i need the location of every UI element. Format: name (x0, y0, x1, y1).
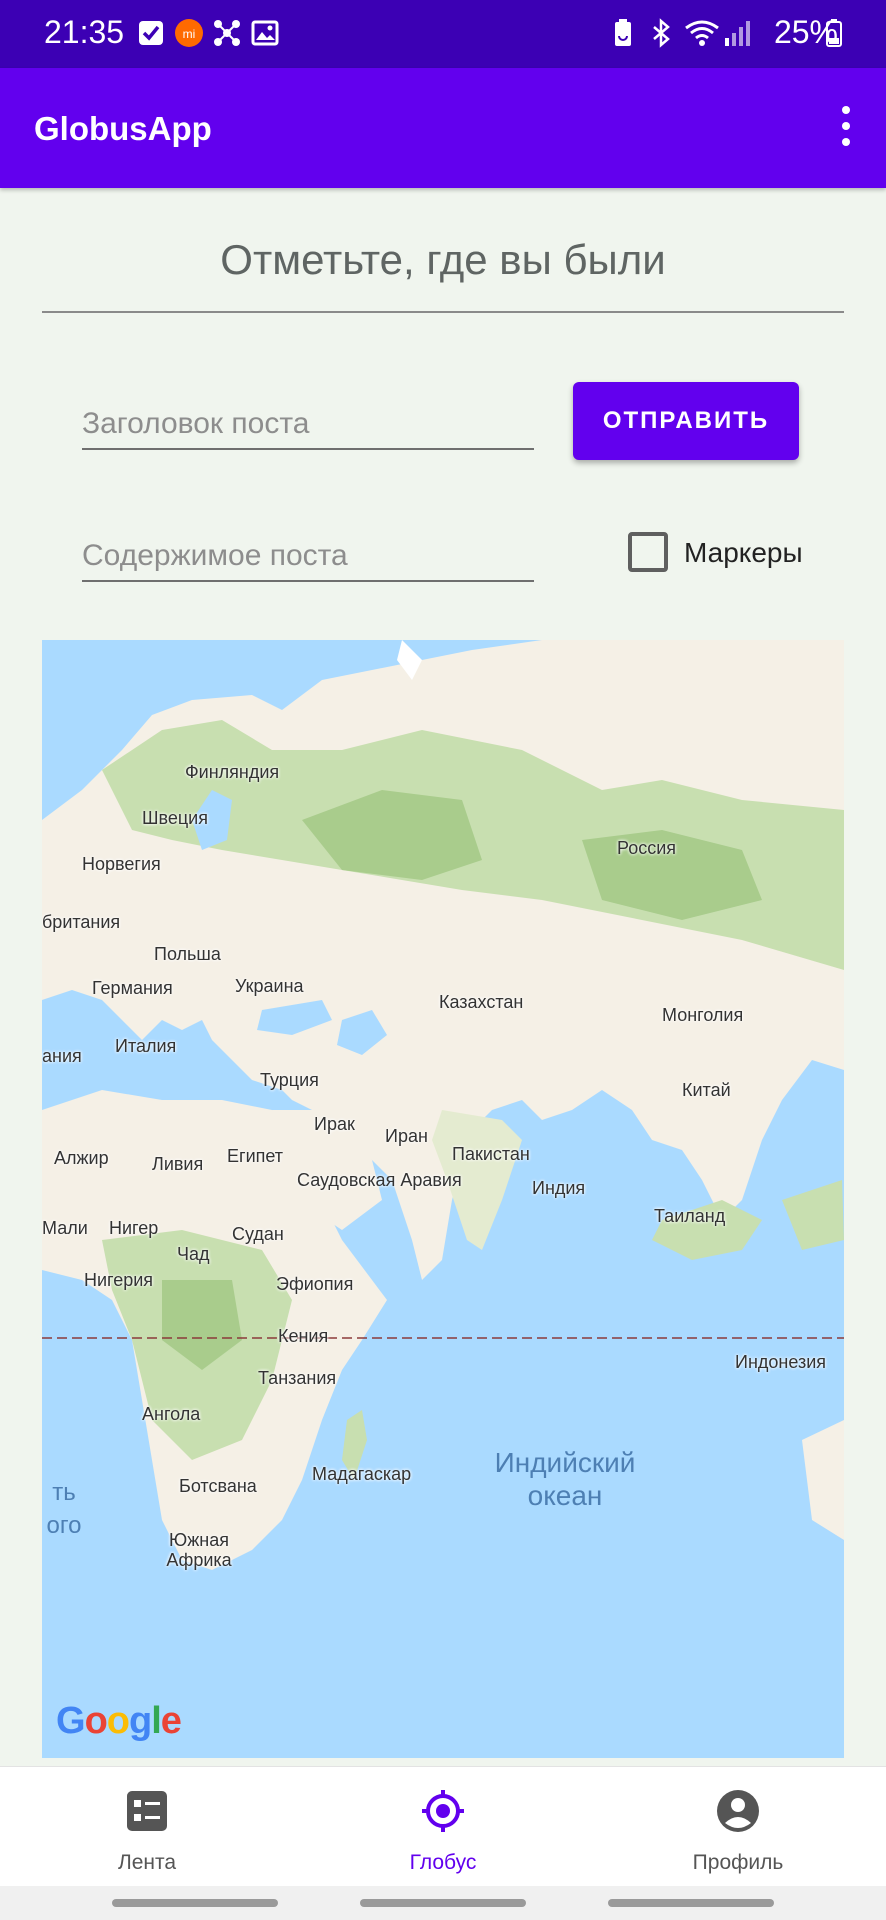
status-bar: 21:35 mi 25% (0, 0, 886, 68)
nav-item-profile[interactable]: Профиль (638, 1767, 838, 1887)
post-content-field[interactable] (82, 522, 534, 582)
profile-icon (717, 1790, 759, 1832)
map-label-madagascar: Мадагаскар (312, 1464, 412, 1484)
app-bar: GlobusApp (0, 68, 886, 188)
network-icon (214, 20, 240, 46)
signal-icon (725, 21, 750, 46)
map-label-russia: Россия (617, 838, 677, 858)
map-label-chad: Чад (177, 1244, 210, 1264)
map-label-germany: Германия (92, 978, 173, 998)
map-label-mali: Мали (42, 1218, 88, 1238)
nav-label-profile: Профиль (692, 1851, 784, 1874)
map-label-botswana: Ботсвана (179, 1476, 257, 1496)
nav-item-globe[interactable]: Глобус (343, 1767, 543, 1887)
map-label-iraq: Ирак (314, 1114, 355, 1134)
post-title-field[interactable] (82, 390, 534, 450)
battery-saver-icon (615, 19, 631, 46)
map-label-tanzania: Танзания (258, 1368, 337, 1388)
map-label-niger: Нигер (109, 1218, 159, 1238)
page-heading: Отметьте, где вы были (220, 236, 666, 283)
map-label-spain: ания (42, 1046, 82, 1066)
status-time: 21:35 (44, 14, 125, 50)
map-label-sweden: Швеция (142, 808, 208, 828)
mi-icon: mi (175, 19, 203, 47)
map-label-mongolia: Монголия (662, 1005, 744, 1025)
feed-icon (127, 1791, 167, 1831)
svg-text:mi: mi (183, 27, 196, 41)
globe-target-icon (422, 1790, 464, 1832)
map-label-poland: Польша (154, 944, 221, 964)
map-label-iran: Иран (385, 1126, 428, 1146)
map-label-turkey: Турция (260, 1070, 319, 1090)
map-label-britain: британия (42, 912, 121, 932)
image-icon (251, 20, 279, 46)
map-label-nigeria: Нигерия (84, 1270, 154, 1290)
gesture-handle-right[interactable] (608, 1899, 774, 1907)
google-logo: Google (56, 1700, 182, 1742)
map-label-indonesia: Индонезия (735, 1352, 827, 1372)
system-gesture-bar (0, 1886, 886, 1920)
map-label-atlantic: ть ого (46, 1479, 82, 1539)
map-label-angola: Ангола (142, 1404, 201, 1424)
map-label-china: Китай (682, 1080, 731, 1100)
map-label-pakistan: Пакистан (452, 1144, 530, 1164)
map-label-sudan: Судан (232, 1224, 284, 1244)
map-label-egypt: Египет (227, 1146, 284, 1166)
gesture-handle-left[interactable] (112, 1899, 278, 1907)
send-button[interactable]: ОТПРАВИТЬ (573, 382, 799, 460)
world-map[interactable]: Финляндия Швеция Норвегия Россия британи… (42, 640, 844, 1758)
map-label-libya: Ливия (152, 1154, 204, 1174)
gesture-handle-center[interactable] (360, 1899, 526, 1907)
map-label-ukraine: Украина (235, 976, 304, 996)
post-content-input[interactable] (82, 522, 534, 580)
markers-label: Маркеры (684, 537, 803, 568)
nav-label-feed: Лента (117, 1851, 177, 1874)
app-title: GlobusApp (34, 110, 212, 147)
map-label-kenya: Кения (278, 1326, 329, 1346)
battery-icon (826, 19, 842, 47)
map-label-indian-ocean: Индийский океан (494, 1447, 636, 1511)
check-icon (139, 21, 163, 45)
map-label-ethiopia: Эфиопия (276, 1274, 354, 1294)
bottom-navigation: Лента Глобус Профиль (0, 1766, 886, 1886)
map-label-finland: Финляндия (185, 762, 280, 782)
heading-divider (42, 311, 844, 313)
nav-item-feed[interactable]: Лента (47, 1767, 247, 1887)
map-label-thailand: Таиланд (654, 1206, 726, 1226)
map-label-algeria: Алжир (54, 1148, 109, 1168)
map-label-india: Индия (532, 1178, 586, 1198)
map-label-south-africa: Южная Африка (166, 1530, 232, 1570)
wifi-icon (685, 20, 719, 46)
nav-label-globe: Глобус (409, 1851, 477, 1874)
more-vert-icon[interactable] (826, 98, 866, 158)
map-label-italy: Италия (115, 1036, 177, 1056)
post-title-input[interactable] (82, 390, 534, 448)
map-label-kazakhstan: Казахстан (439, 992, 524, 1012)
markers-checkbox[interactable] (628, 532, 668, 572)
map-label-norway: Норвегия (82, 854, 161, 874)
map-label-saudi-arabia: Саудовская Аравия (297, 1170, 462, 1190)
bluetooth-icon (653, 18, 670, 48)
